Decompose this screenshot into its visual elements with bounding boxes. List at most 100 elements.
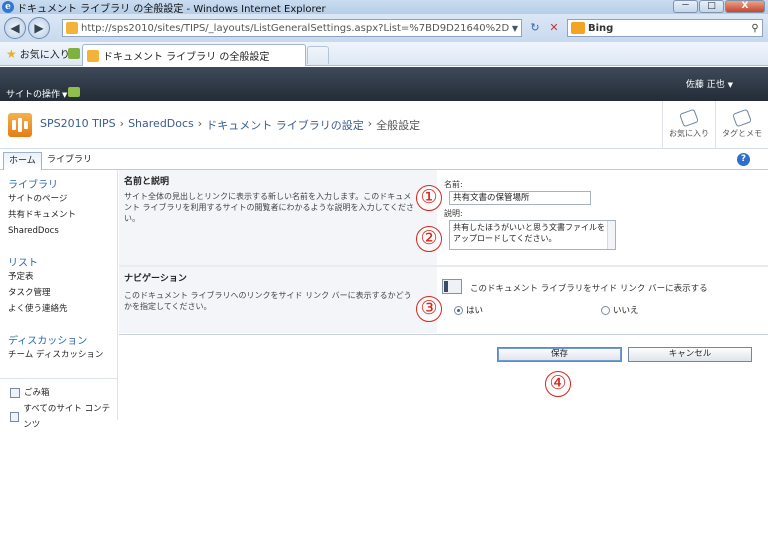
ql-footer: ごみ箱 すべてのサイト コンテンツ [0, 378, 118, 433]
tag-note-icon [732, 108, 752, 128]
tab-title: ドキュメント ライブラリ の全般設定 [103, 52, 270, 63]
url-text[interactable]: http://sps2010/sites/TIPS/_layouts/ListG… [81, 23, 509, 34]
stop-button[interactable]: ✕ [545, 19, 563, 37]
maximize-button[interactable]: □ [699, 0, 724, 13]
section-name-description: 名前と説明 サイト全体の見出しとリンクに表示する新しい名前を入力します。このドキ… [119, 170, 437, 265]
site-actions-menu[interactable]: サイトの操作 ▼ [6, 87, 67, 100]
ql-item-contacts[interactable]: よく使う連絡先 [0, 301, 118, 317]
callout-3: ③ [416, 296, 442, 322]
ql-recycle-bin[interactable]: ごみ箱 [0, 385, 118, 401]
ql-item-calendar[interactable]: 予定表 [0, 269, 118, 285]
star-icon: ★ [6, 46, 17, 61]
ql-heading-lists[interactable]: リスト [0, 254, 118, 269]
breadcrumb-separator: › [119, 117, 125, 130]
chevron-down-icon: ▼ [62, 91, 68, 99]
callout-4: ④ [545, 371, 571, 397]
user-menu[interactable]: 佐藤 正也 ▼ [686, 77, 733, 90]
window-controls: － □ X [673, 0, 765, 13]
breadcrumb-separator: › [367, 117, 373, 130]
ql-all-site-content[interactable]: すべてのサイト コンテンツ [0, 401, 118, 433]
site-actions-label: サイトの操作 [6, 90, 61, 100]
ql-item-team-discussion[interactable]: チーム ディスカッション [0, 347, 118, 363]
search-icon[interactable]: ⚲ [748, 23, 762, 34]
tab-home[interactable]: ホーム [3, 152, 42, 170]
social-tools: お気に入り タグとメモ [662, 101, 768, 149]
like-button[interactable]: お気に入り [662, 101, 715, 149]
cancel-button[interactable]: キャンセル [628, 347, 752, 362]
ql-heading-discussions[interactable]: ディスカッション [0, 332, 118, 347]
ql-item-shareddocs[interactable]: SharedDocs [0, 223, 118, 239]
radio-no-label: いいえ [613, 306, 639, 316]
navigation-fields: このドキュメント ライブラリをサイド リンク バーに表示する はい いいえ [437, 267, 768, 333]
navigate-up-icon[interactable] [68, 87, 80, 97]
forward-button[interactable]: ▶ [28, 17, 50, 39]
chevron-down-icon: ▼ [727, 81, 733, 89]
radio-yes[interactable]: はい [454, 304, 483, 316]
tag-icon [679, 108, 699, 128]
favorites-button[interactable]: ★ お気に入り [6, 46, 70, 62]
search-engine-label: Bing [588, 22, 614, 34]
section-description-navigation: このドキュメント ライブラリへのリンクをサイド リンク バーに表示するかどうかを… [124, 291, 412, 311]
breadcrumb-list[interactable]: SharedDocs [128, 117, 194, 133]
description-field[interactable]: 共有したほうがいいと思う文書ファイルをアップロードしてください。 [449, 220, 616, 250]
refresh-button[interactable]: ↻ [526, 19, 544, 37]
section-description-name: サイト全体の見出しとリンクに表示する新しい名前を入力します。このドキュメント ラ… [124, 192, 415, 223]
ribbon-tab-bar: ホーム ライブラリ ? [0, 150, 768, 170]
tags-label: タグとメモ [722, 129, 762, 138]
page-icon [66, 22, 78, 34]
add-favorite-icon[interactable] [68, 48, 80, 59]
save-button[interactable]: 保存 [497, 347, 622, 362]
description-scrollbar[interactable] [607, 221, 615, 249]
ie-icon: e [2, 1, 14, 13]
sp-top-bar: サイトの操作 ▼ 佐藤 正也 ▼ [0, 67, 768, 101]
ql-item-site-pages[interactable]: サイトのページ [0, 191, 118, 207]
callout-2: ② [416, 226, 442, 252]
radio-yes-dot[interactable] [454, 305, 463, 315]
site-content-icon [10, 412, 20, 422]
callout-1: ① [416, 185, 442, 211]
site-logo[interactable] [8, 113, 32, 137]
name-description-fields: 名前: 共有文書の保管場所 説明: 共有したほうがいいと思う文書ファイルをアップ… [437, 170, 768, 265]
help-icon[interactable]: ? [737, 153, 750, 166]
breadcrumb-settings[interactable]: ドキュメント ライブラリの設定 [206, 117, 364, 133]
radio-no-dot[interactable] [601, 305, 610, 315]
description-text: 共有したほうがいいと思う文書ファイルをアップロードしてください。 [453, 223, 605, 243]
tab-library[interactable]: ライブラリ [42, 152, 97, 170]
window-title: ドキュメント ライブラリ の全般設定 - Windows Internet Ex… [17, 3, 326, 15]
address-toolbar: ◀ ▶ http://sps2010/sites/TIPS/_layouts/L… [0, 14, 768, 42]
page-background [119, 367, 768, 547]
minimize-button[interactable]: － [673, 0, 698, 13]
favorites-label: お気に入り [19, 50, 70, 61]
new-tab-button[interactable] [307, 46, 329, 64]
chevron-down-icon[interactable]: ▼ [509, 24, 521, 33]
like-label: お気に入り [669, 129, 709, 138]
breadcrumb-current: 全般設定 [376, 119, 421, 132]
name-label: 名前: [444, 180, 463, 189]
window-titlebar: e ドキュメント ライブラリ の全般設定 - Windows Internet … [0, 0, 768, 15]
tags-notes-button[interactable]: タグとメモ [715, 101, 768, 149]
ql-item-tasks[interactable]: タスク管理 [0, 285, 118, 301]
browser-tab[interactable]: ドキュメント ライブラリ の全般設定 [82, 44, 306, 66]
section-navigation: ナビゲーション このドキュメント ライブラリへのリンクをサイド リンク バーに表… [119, 267, 437, 333]
ql-item-shared-documents[interactable]: 共有ドキュメント [0, 207, 118, 223]
description-label: 説明: [444, 209, 463, 218]
section-heading-navigation: ナビゲーション [124, 274, 187, 284]
address-input[interactable]: http://sps2010/sites/TIPS/_layouts/ListG… [62, 19, 522, 37]
radio-no[interactable]: いいえ [601, 304, 639, 316]
ql-heading-libraries[interactable]: ライブラリ [0, 176, 118, 191]
name-field[interactable]: 共有文書の保管場所 [449, 191, 591, 205]
search-input[interactable]: Bing ⚲ [567, 19, 763, 37]
all-site-content-label: すべてのサイト コンテンツ [23, 404, 111, 430]
back-button[interactable]: ◀ [4, 17, 26, 39]
quick-launch-icon [442, 279, 462, 294]
recycle-bin-icon [10, 388, 20, 398]
favorites-bar: ★ お気に入り ドキュメント ライブラリ の全般設定 [0, 42, 768, 66]
radio-yes-label: はい [466, 306, 484, 316]
navigation-question: このドキュメント ライブラリをサイド リンク バーに表示する [470, 284, 708, 294]
breadcrumb-site[interactable]: SPS2010 TIPS [40, 117, 116, 133]
recycle-bin-label: ごみ箱 [24, 388, 50, 398]
buttons-divider [119, 334, 768, 335]
section-heading-name: 名前と説明 [124, 177, 170, 187]
close-button[interactable]: X [725, 0, 765, 13]
breadcrumb-separator: › [197, 117, 203, 130]
